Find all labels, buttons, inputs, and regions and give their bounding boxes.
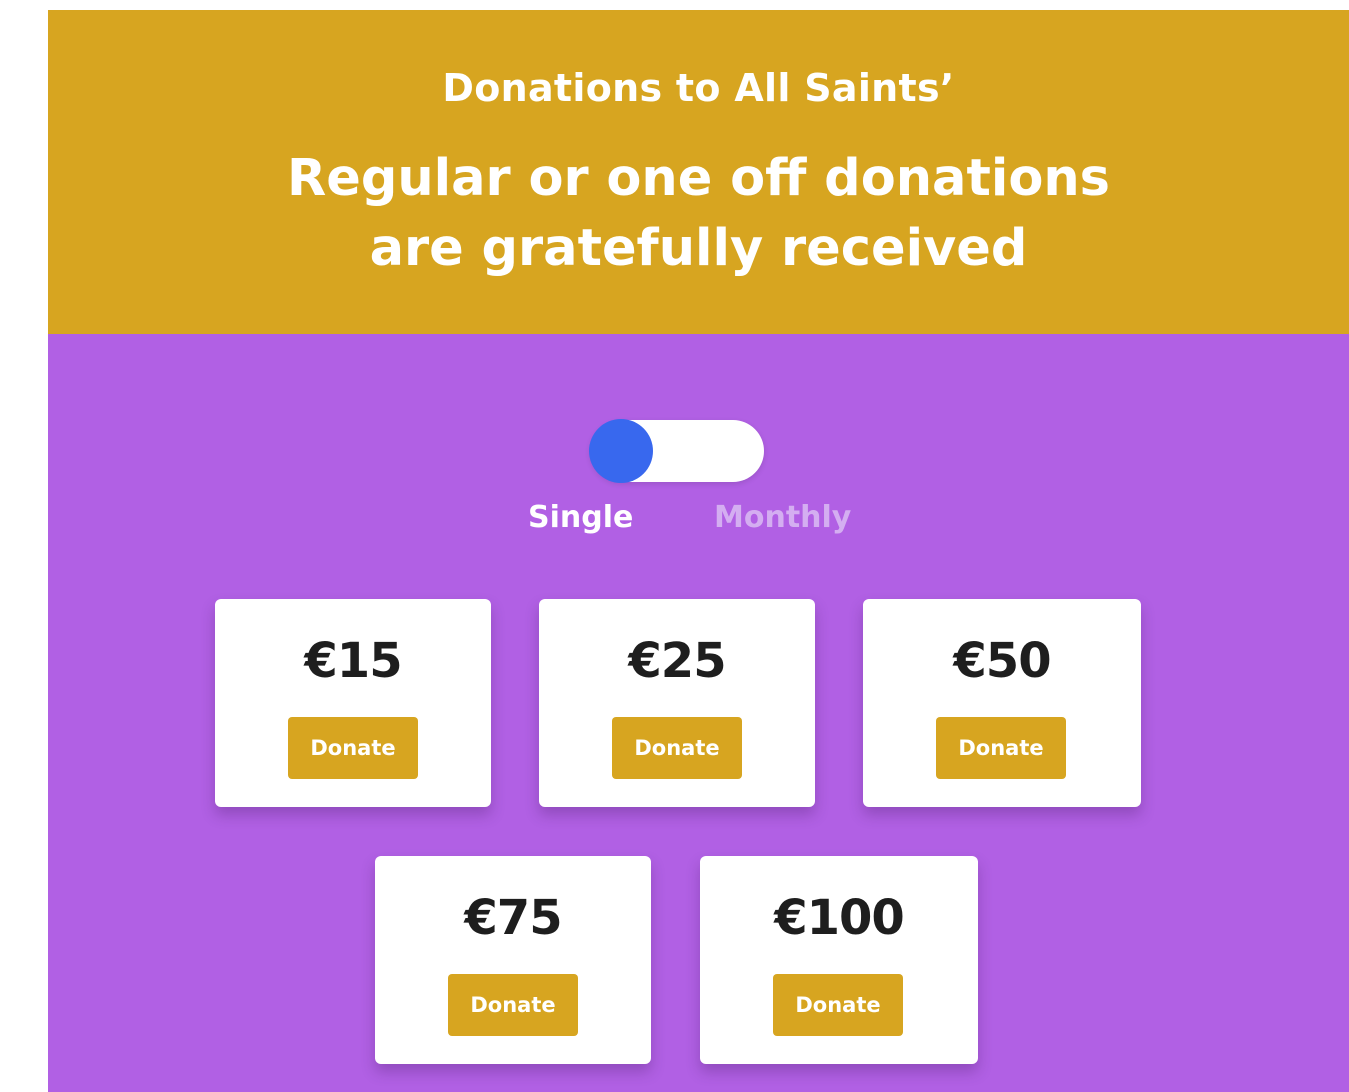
donation-card-75: €75 Donate [375, 856, 651, 1064]
donation-card-50: €50 Donate [863, 599, 1141, 807]
frequency-option-single[interactable]: Single [528, 500, 633, 535]
donate-button-50[interactable]: Donate [936, 717, 1066, 779]
donation-header: Donations to All Saints’ Regular or one … [48, 10, 1349, 334]
donate-button-100[interactable]: Donate [773, 974, 903, 1036]
donation-amount: €75 [464, 890, 562, 946]
donation-card-25: €25 Donate [539, 599, 815, 807]
donation-amount: €15 [304, 633, 402, 689]
donation-amount: €25 [628, 633, 726, 689]
page-title-line-2: are gratefully received [369, 219, 1028, 278]
toggle-knob [589, 419, 653, 483]
donation-body: Single Monthly €15 Donate €25 Donate €50… [48, 334, 1349, 1092]
donation-amount: €100 [774, 890, 905, 946]
donation-widget: Donations to All Saints’ Regular or one … [48, 10, 1349, 1092]
donate-button-15[interactable]: Donate [288, 717, 418, 779]
donation-card-15: €15 Donate [215, 599, 491, 807]
donate-button-75[interactable]: Donate [448, 974, 578, 1036]
page-title: Regular or one off donations are gratefu… [48, 144, 1349, 284]
page-kicker: Donations to All Saints’ [442, 66, 955, 110]
donate-button-25[interactable]: Donate [612, 717, 742, 779]
donation-card-100: €100 Donate [700, 856, 978, 1064]
page-title-line-1: Regular or one off donations [286, 149, 1111, 208]
donation-amount: €50 [953, 633, 1051, 689]
frequency-option-monthly[interactable]: Monthly [714, 500, 851, 535]
frequency-toggle[interactable] [589, 419, 764, 483]
